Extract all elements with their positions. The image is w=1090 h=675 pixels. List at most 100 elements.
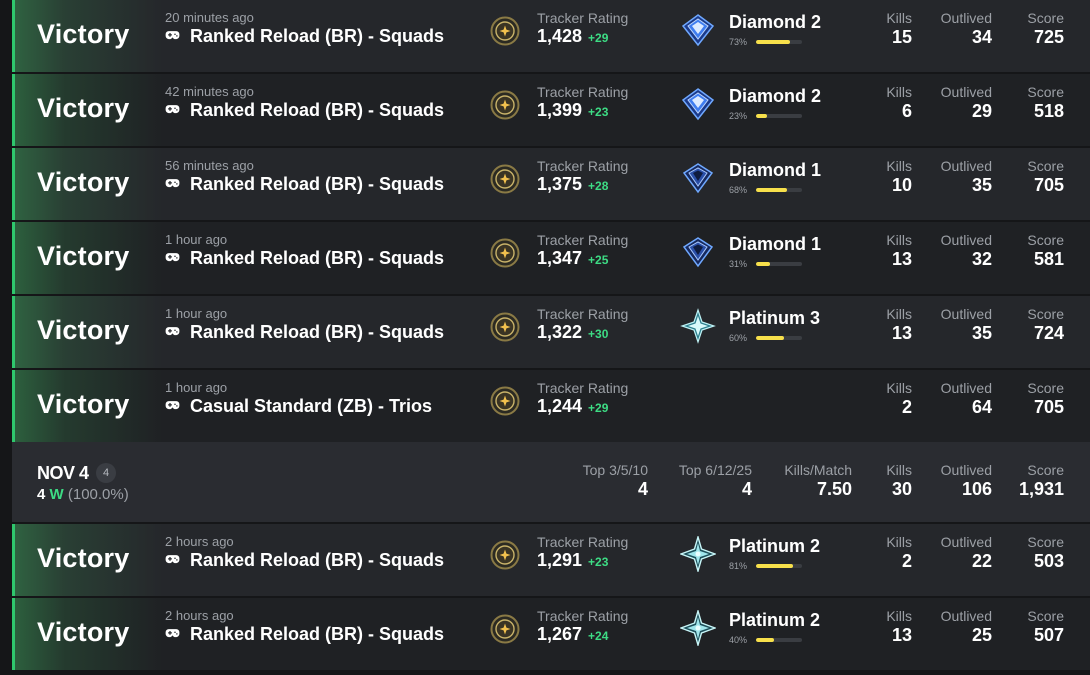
match-row[interactable]: Victory 2 hours ago Ranked Reload (BR) -… bbox=[12, 524, 1090, 596]
score-value: 503 bbox=[1033, 551, 1064, 571]
match-mode-text: Ranked Reload (BR) - Squads bbox=[190, 624, 445, 644]
match-kills: Kills 6 bbox=[886, 84, 912, 122]
kills-label: Kills bbox=[886, 608, 912, 624]
match-row[interactable]: Victory 1 hour ago Ranked Reload (BR) - … bbox=[12, 296, 1090, 368]
rank-progress-fill bbox=[756, 114, 767, 118]
tracker-rating: 1,244 +29 bbox=[537, 396, 608, 417]
match-kills: Kills 2 bbox=[886, 534, 912, 572]
match-kills: Kills 13 bbox=[886, 306, 912, 344]
gamepad-icon bbox=[165, 629, 180, 638]
rank-progress-fill bbox=[756, 564, 794, 568]
tracker-rating: 1,347 +25 bbox=[537, 248, 608, 269]
tracker-rating-value: 1,244 bbox=[537, 396, 583, 416]
kills-value: 10 bbox=[891, 175, 912, 195]
match-kills: Kills 13 bbox=[886, 232, 912, 270]
outlived-value: 32 bbox=[971, 249, 992, 269]
rank-name: Platinum 3 bbox=[729, 308, 821, 328]
match-mode-text: Casual Standard (ZB) - Trios bbox=[190, 396, 433, 416]
outlived-label: Outlived bbox=[940, 10, 992, 26]
outlived-label: Outlived bbox=[940, 306, 992, 322]
rank-progress-fill bbox=[756, 188, 788, 192]
gamepad-icon bbox=[165, 327, 180, 336]
kills-value: 13 bbox=[891, 625, 912, 645]
match-outlived: Outlived 25 bbox=[941, 608, 992, 646]
tracker-rating-icon bbox=[490, 540, 520, 570]
rank-name: Diamond 1 bbox=[729, 160, 822, 180]
match-time: 20 minutes ago bbox=[165, 10, 254, 25]
match-mode: Ranked Reload (BR) - Squads bbox=[165, 174, 444, 195]
score-value: 518 bbox=[1033, 101, 1064, 121]
match-outlived: Outlived 64 bbox=[941, 380, 992, 418]
victory-accent-bar bbox=[12, 598, 15, 670]
match-row[interactable]: Victory 1 hour ago Casual Standard (ZB) … bbox=[12, 370, 1090, 442]
diamond-rank-icon bbox=[681, 14, 715, 47]
tracker-rating-label: Tracker Rating bbox=[537, 232, 629, 248]
tracker-rating-label: Tracker Rating bbox=[537, 608, 629, 624]
outlived-label: Outlived bbox=[940, 380, 992, 396]
top10-value: 4 bbox=[637, 479, 648, 499]
outlived-label: Outlived bbox=[940, 84, 992, 100]
rating-delta: +30 bbox=[588, 327, 609, 341]
score-value: 724 bbox=[1033, 323, 1064, 343]
score-value: 705 bbox=[1033, 397, 1064, 417]
kpm-label: Kills/Match bbox=[784, 462, 852, 478]
match-row[interactable]: Victory 1 hour ago Ranked Reload (BR) - … bbox=[12, 222, 1090, 294]
match-score: Score 518 bbox=[1027, 84, 1064, 122]
platinum-rank-icon bbox=[680, 610, 716, 646]
match-mode-text: Ranked Reload (BR) - Squads bbox=[190, 174, 445, 194]
match-mode: Ranked Reload (BR) - Squads bbox=[165, 550, 444, 571]
rank-progress-fill bbox=[756, 40, 790, 44]
match-result: Victory bbox=[37, 617, 130, 647]
score-label: Score bbox=[1027, 158, 1064, 174]
match-time: 42 minutes ago bbox=[165, 84, 254, 99]
match-row[interactable]: Victory 2 hours ago Ranked Reload (BR) -… bbox=[12, 598, 1090, 670]
victory-accent-bar bbox=[12, 148, 15, 220]
outlived-label: Outlived bbox=[940, 158, 992, 174]
tracker-rating: 1,399 +23 bbox=[537, 100, 608, 121]
match-mode: Casual Standard (ZB) - Trios bbox=[165, 396, 432, 417]
match-mode: Ranked Reload (BR) - Squads bbox=[165, 100, 444, 121]
tracker-rating-icon bbox=[490, 312, 520, 342]
match-time: 1 hour ago bbox=[165, 232, 228, 247]
gamepad-icon bbox=[165, 105, 180, 114]
match-score: Score 724 bbox=[1027, 306, 1064, 344]
score-label: Score bbox=[1027, 534, 1064, 550]
rank-progress-percent: 23% bbox=[729, 111, 748, 121]
tracker-rating-icon bbox=[490, 16, 520, 46]
rank-name: Diamond 1 bbox=[729, 234, 822, 254]
kills-label: Kills bbox=[886, 534, 912, 550]
match-score: Score 705 bbox=[1027, 380, 1064, 418]
kills-label: Kills bbox=[886, 158, 912, 174]
match-row[interactable]: Victory 56 minutes ago Ranked Reload (BR… bbox=[12, 148, 1090, 220]
summary-date: NOV 4 bbox=[37, 463, 89, 483]
score-label: Score bbox=[1027, 380, 1064, 396]
match-row[interactable]: Victory 42 minutes ago Ranked Reload (BR… bbox=[12, 74, 1090, 146]
rating-delta: +23 bbox=[588, 555, 609, 569]
score-value: 507 bbox=[1033, 625, 1064, 645]
tracker-rating-label: Tracker Rating bbox=[537, 158, 629, 174]
tracker-rating-value: 1,375 bbox=[537, 174, 583, 194]
win-percentage: (100.0%) bbox=[67, 486, 129, 503]
match-result: Victory bbox=[37, 241, 130, 271]
match-count-badge: 4 bbox=[96, 463, 116, 483]
diamond-rank-icon bbox=[681, 88, 715, 121]
tracker-rating-icon bbox=[490, 164, 520, 194]
outlived-label: Outlived bbox=[940, 608, 992, 624]
outlived-value: 64 bbox=[971, 397, 992, 417]
gamepad-icon bbox=[165, 555, 180, 564]
match-row[interactable]: Victory 20 minutes ago Ranked Reload (BR… bbox=[12, 0, 1090, 72]
rating-delta: +29 bbox=[588, 401, 609, 415]
tracker-rating-value: 1,347 bbox=[537, 248, 583, 268]
tracker-rating-icon bbox=[490, 386, 520, 416]
day-summary-row[interactable]: NOV 4 4 4 W (100.0%) Top 3/5/10 4 Top 6/… bbox=[12, 442, 1090, 522]
match-outlived: Outlived 35 bbox=[941, 158, 992, 196]
rank-progress-percent: 73% bbox=[729, 37, 748, 47]
rank-progress-bar bbox=[756, 188, 802, 192]
match-mode-text: Ranked Reload (BR) - Squads bbox=[190, 100, 445, 120]
tracker-rating: 1,267 +24 bbox=[537, 624, 608, 645]
summary-kills-value: 30 bbox=[891, 479, 912, 499]
match-mode: Ranked Reload (BR) - Squads bbox=[165, 624, 444, 645]
rank-progress-percent: 31% bbox=[729, 259, 748, 269]
match-score: Score 507 bbox=[1027, 608, 1064, 646]
score-label: Score bbox=[1027, 84, 1064, 100]
